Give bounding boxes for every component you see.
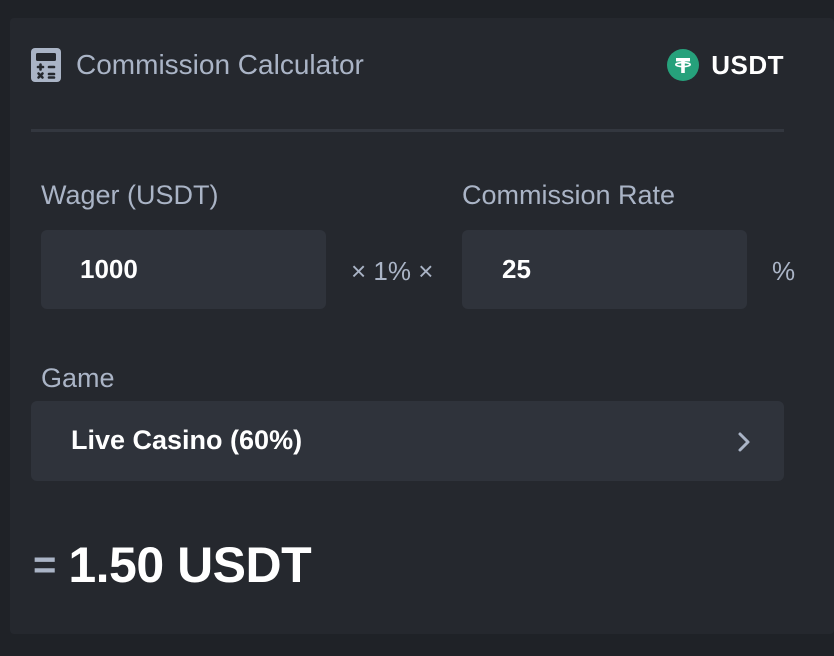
- wager-input[interactable]: 1000: [41, 230, 326, 309]
- multiplier-text: × 1% ×: [351, 256, 434, 286]
- header-divider: [31, 129, 784, 132]
- game-select[interactable]: Live Casino (60%): [31, 401, 784, 481]
- tether-icon: [667, 49, 700, 81]
- game-selected-value: Live Casino (60%): [71, 425, 303, 455]
- page-title: Commission Calculator: [76, 49, 364, 80]
- wager-label: Wager (USDT): [41, 180, 219, 210]
- chevron-right-icon: [738, 432, 750, 452]
- commission-rate-input[interactable]: 25: [462, 230, 747, 309]
- wager-value: 1000: [80, 254, 138, 284]
- equals-sign: =: [33, 542, 57, 587]
- commission-rate-label: Commission Rate: [462, 180, 676, 210]
- currency-label: USDT: [711, 49, 784, 80]
- result-value: 1.50 USDT: [68, 537, 312, 593]
- commission-rate-value: 25: [502, 254, 531, 284]
- result: = 1.50 USDT: [33, 536, 312, 594]
- calculator-icon: [31, 48, 61, 82]
- calculator-header: Commission Calculator USDT: [31, 48, 784, 108]
- percent-unit: %: [772, 256, 796, 286]
- currency-selector[interactable]: USDT: [667, 49, 784, 81]
- game-label: Game: [41, 363, 115, 393]
